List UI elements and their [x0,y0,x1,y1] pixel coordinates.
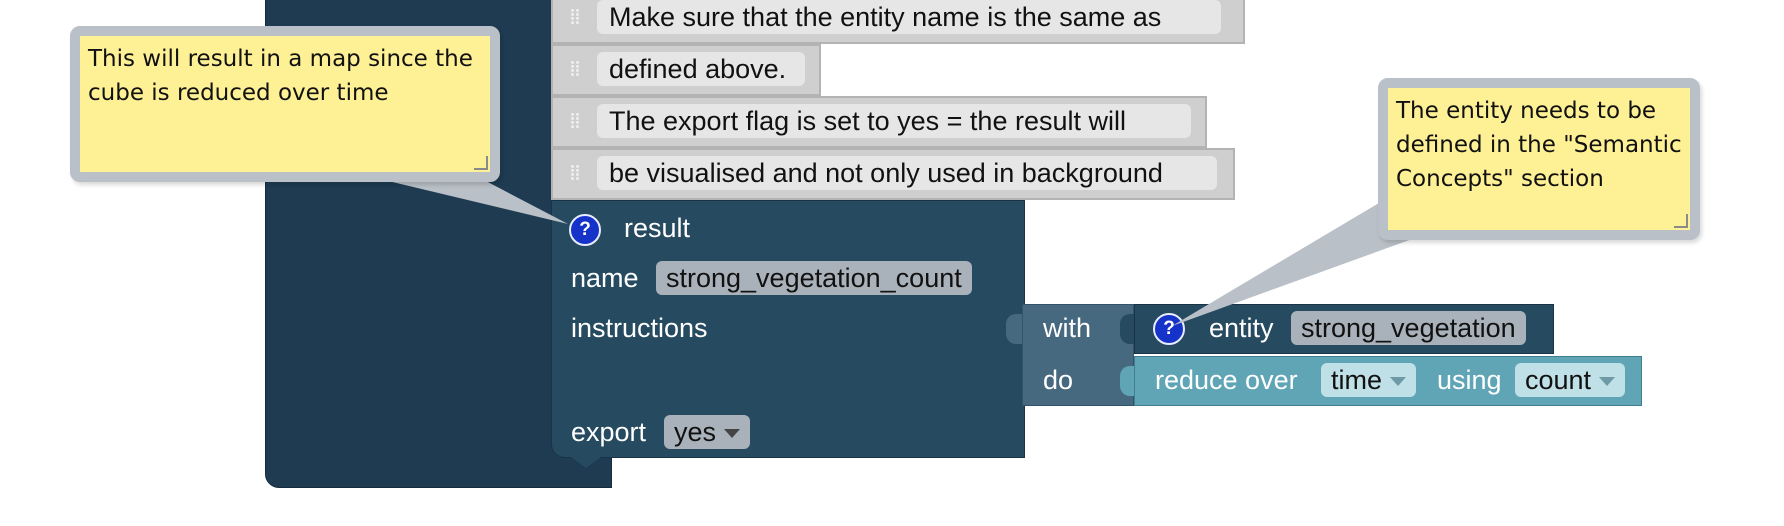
result-help-tooltip: This will result in a map since the cube… [70,26,500,182]
result-help-text: This will result in a map since the cube… [88,46,473,106]
resize-handle-icon[interactable] [1674,214,1688,228]
entity-help-tooltip: The entity needs to be defined in the "S… [1378,78,1700,240]
result-tooltip-pointer [384,180,568,224]
entity-help-text: The entity needs to be defined in the "S… [1396,98,1682,192]
resize-handle-icon[interactable] [474,156,488,170]
